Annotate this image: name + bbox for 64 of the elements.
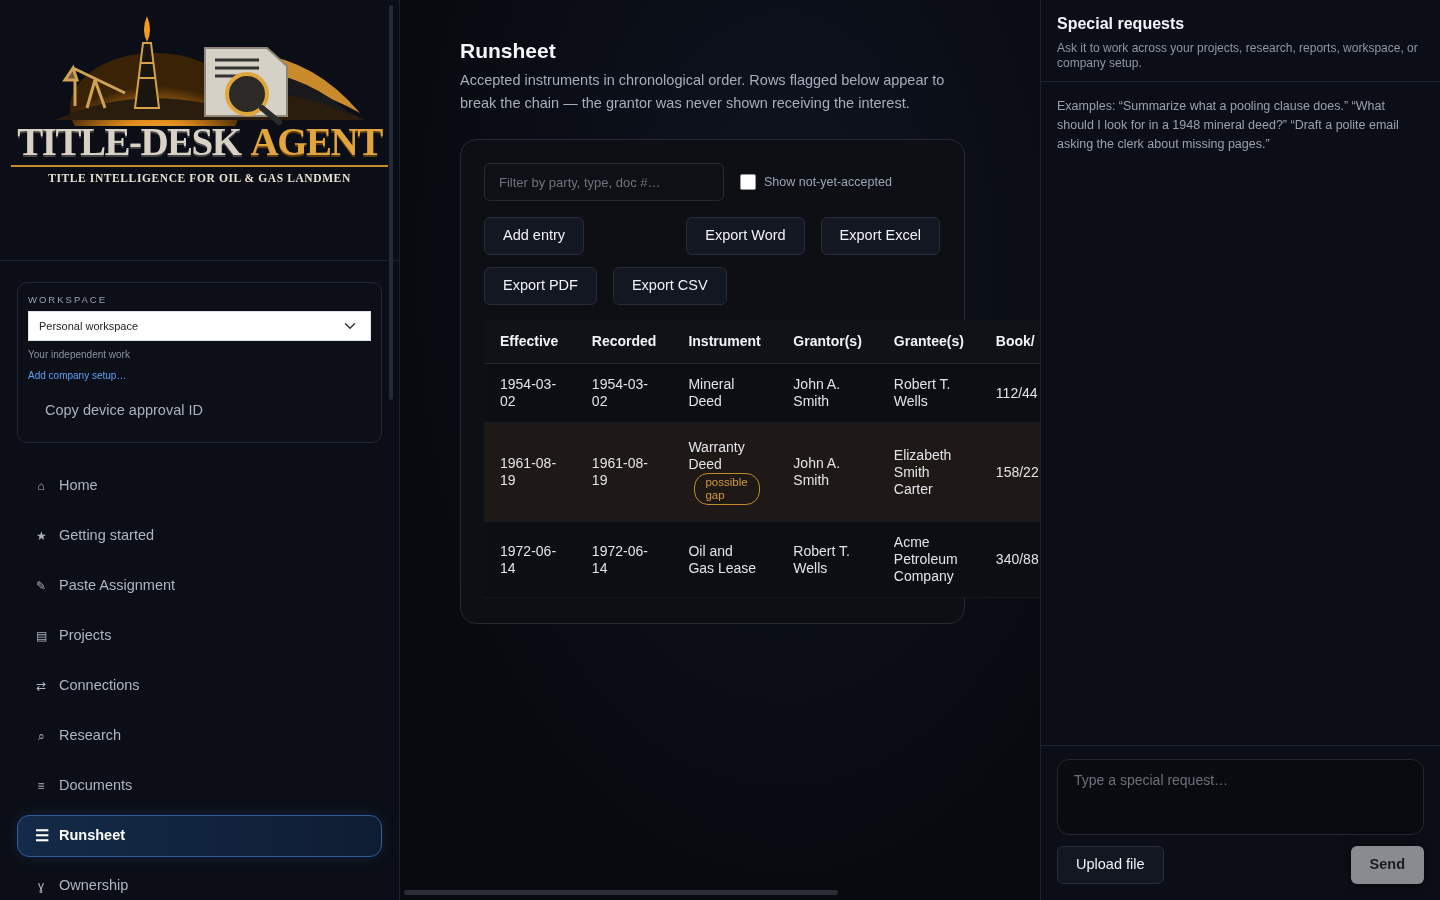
table-cell: 1972-06-14 <box>500 542 557 576</box>
nav-item[interactable]: ⇄ Connections <box>17 665 382 708</box>
nav-icon: ☰ <box>35 824 47 849</box>
column-header[interactable]: Grantee(s) <box>877 320 980 364</box>
add-company-link[interactable]: Add company setup… <box>28 368 127 384</box>
table-cell: 1972-06-14 <box>591 542 648 576</box>
nav-item[interactable]: ⌂ Home <box>17 465 382 508</box>
nav-item[interactable]: ≡ Documents <box>17 765 382 808</box>
page-title: Runsheet <box>460 38 557 64</box>
copy-id-button[interactable]: Copy device approval ID <box>45 400 203 422</box>
table-cell: 158/22 <box>995 463 1039 480</box>
table-cell: 340/88 <box>995 551 1039 568</box>
table-cell: 1961-08-19 <box>591 455 648 489</box>
table-cell: Mineral Deed <box>688 376 735 410</box>
nav-icon: ⌂ <box>35 477 47 496</box>
upload-button[interactable]: Upload file <box>1057 846 1164 884</box>
column-header[interactable]: Book/ <box>979 320 1040 364</box>
gap-badge: possible gap <box>694 473 761 506</box>
logo-title-accent: AGENT <box>250 122 382 161</box>
nav-icon: ⌕ <box>35 727 47 746</box>
export-button[interactable]: Export CSV <box>612 267 727 306</box>
table-cell: 1961-08-19 <box>500 455 557 489</box>
workspace-select[interactable]: Personal workspace <box>28 311 371 342</box>
nav-icon: ★ <box>35 527 47 546</box>
table-cell: Robert T. Wells <box>793 542 850 576</box>
logo-title: TITLE-DESK <box>17 122 241 161</box>
scrollbar[interactable] <box>404 890 838 895</box>
send-button[interactable]: Send <box>1350 846 1424 884</box>
export-button[interactable]: Export PDF <box>484 267 597 306</box>
nav-icon: ▤ <box>35 627 47 646</box>
logo-tagline: TITLE INTELLIGENCE FOR OIL & GAS LANDMEN <box>48 171 351 186</box>
nav-item[interactable]: ▤ Projects <box>17 615 382 658</box>
request-field[interactable]: Type a special request… <box>1057 759 1424 835</box>
export-button[interactable]: Export Excel <box>820 217 940 256</box>
nav-icon: ≡ <box>35 777 47 796</box>
workspace-note: Your independent work <box>28 348 131 363</box>
export-button[interactable]: Export Word <box>686 217 805 256</box>
nav-item[interactable]: ✎ Paste Assignment <box>17 565 382 608</box>
table-cell-text: Warranty Deed <box>688 439 746 474</box>
workspace-label: WORKSPACE <box>28 293 109 307</box>
page-description: Accepted instruments in chronological order. Rows flagged below appear to break the chain — the grantor was never shown receiving the interest. <box>460 71 946 114</box>
nav-item[interactable]: ☰ Runsheet <box>17 815 382 858</box>
examples-text: Examples: “Summarize what a pooling clause does.” “What should I look for in a 1948 mineral deed?” “Draft a polite email asking the clerk about missing pages.” <box>1056 98 1400 154</box>
panel-title: Special requests <box>1057 14 1186 34</box>
table-cell: 112/44 <box>995 384 1038 401</box>
table-cell: 1954-03-02 <box>591 376 648 410</box>
filter-field[interactable]: Filter by party, type, doc #… <box>484 163 724 202</box>
nav-item[interactable]: ɣ Ownership <box>17 865 382 900</box>
table-cell: Elizabeth Smith Carter <box>893 446 952 497</box>
nav-icon: ɣ <box>35 877 47 896</box>
nav-item[interactable]: ★ Getting started <box>17 515 382 558</box>
table-cell: John A. Smith <box>793 455 841 489</box>
panel-subtitle: Ask it to work across your projects, research, reports, workspace, or company setup. <box>1057 41 1419 72</box>
table-cell: Acme Petroleum Company <box>893 534 958 585</box>
nav-icon: ✎ <box>35 577 47 596</box>
nav-icon: ⇄ <box>35 677 47 696</box>
table-cell: Robert T. Wells <box>893 376 951 410</box>
nav-item[interactable]: ⌕ Research <box>17 715 382 758</box>
checkbox[interactable] <box>740 174 756 191</box>
table-cell: 1954-03-02 <box>500 376 557 410</box>
table-cell: Oil and Gas Lease <box>688 542 757 576</box>
table-cell: John A. Smith <box>793 376 841 410</box>
checkbox-label[interactable]: Show not-yet-accepted <box>764 172 892 192</box>
add-entry-button[interactable]: Add entry <box>484 217 585 256</box>
